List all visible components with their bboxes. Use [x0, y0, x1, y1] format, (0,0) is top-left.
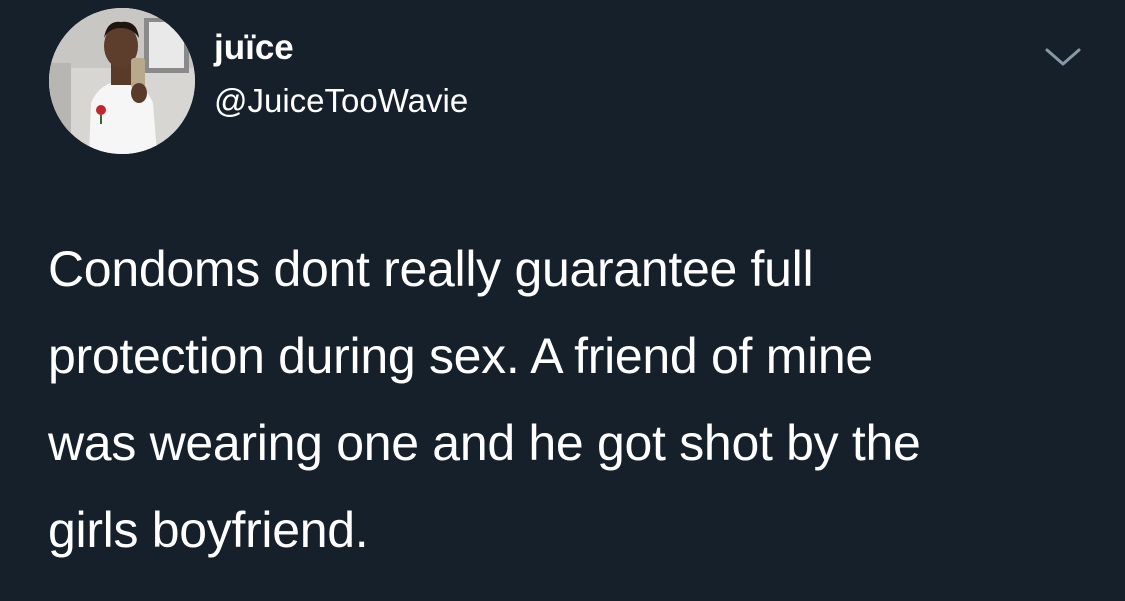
- tweet-line: was wearing one and he got shot by the: [48, 415, 921, 471]
- tweet-text: Condoms dont really guarantee full prote…: [48, 226, 1098, 574]
- avatar-photo: [49, 8, 195, 154]
- tweet-line: girls boyfriend.: [48, 502, 369, 558]
- tweet-card: juïce @JuiceTooWavie Condoms dont really…: [0, 0, 1125, 601]
- chevron-down-icon[interactable]: [1043, 44, 1083, 70]
- tweet-line: protection during sex. A friend of mine: [48, 328, 873, 384]
- display-name[interactable]: juïce: [214, 30, 294, 65]
- user-handle[interactable]: @JuiceTooWavie: [214, 84, 468, 117]
- tweet-line: Condoms dont really guarantee full: [48, 241, 814, 297]
- avatar[interactable]: [49, 8, 195, 154]
